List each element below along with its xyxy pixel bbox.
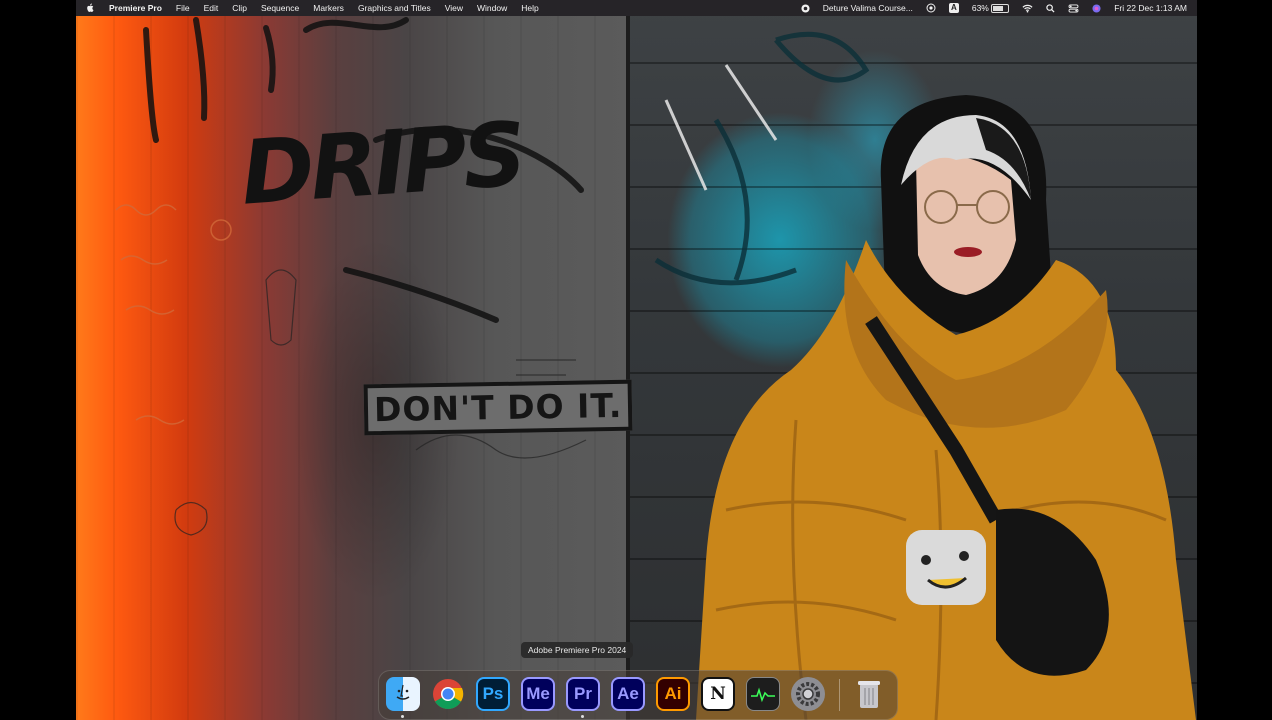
menu-clock[interactable]: Fri 22 Dec 1:13 AM — [1114, 3, 1187, 13]
graffiti-drips: DRIPS — [237, 102, 526, 225]
screen-record-icon[interactable] — [926, 3, 936, 13]
dock-tooltip: Adobe Premiere Pro 2024 — [521, 642, 634, 658]
menu-sequence[interactable]: Sequence — [261, 3, 299, 13]
menu-view[interactable]: View — [445, 3, 463, 13]
settings-gear-icon[interactable] — [791, 677, 825, 711]
menu-help[interactable]: Help — [521, 3, 538, 13]
finder-icon[interactable] — [386, 677, 420, 711]
premiere-pro-icon[interactable]: Pr — [566, 677, 600, 711]
stencil-dont-do-it: DON'T DO IT. — [363, 379, 633, 436]
menu-graphics-and-titles[interactable]: Graphics and Titles — [358, 3, 431, 13]
spotlight-search-icon[interactable] — [1046, 3, 1055, 13]
running-indicator-finder — [401, 715, 404, 718]
status-area: Deture Valima Course... A 63% Fri 22 Dec… — [788, 2, 1187, 14]
activity-monitor-icon[interactable] — [746, 677, 780, 711]
menu-markers[interactable]: Markers — [313, 3, 344, 13]
input-source-indicator[interactable]: A — [948, 3, 959, 13]
person-in-yellow-jacket — [696, 95, 1196, 720]
after-effects-icon[interactable]: Ae — [611, 677, 645, 711]
dock: Ps Me Pr Ae Ai N — [378, 670, 898, 720]
control-center-icon[interactable] — [1068, 3, 1079, 13]
dock-separator — [839, 679, 840, 711]
apple-logo-icon[interactable] — [86, 3, 95, 13]
menu-clip[interactable]: Clip — [232, 3, 247, 13]
trash-icon[interactable] — [852, 677, 886, 711]
recording-icon[interactable] — [801, 3, 810, 13]
menu-file[interactable]: File — [176, 3, 190, 13]
desktop-wallpaper: DRIPS DON'T DO IT. — [76, 0, 1197, 720]
battery-status[interactable]: 63% — [971, 2, 1010, 14]
wifi-icon[interactable] — [1022, 4, 1033, 13]
menu-window[interactable]: Window — [477, 3, 507, 13]
siri-icon[interactable] — [1092, 3, 1101, 13]
media-encoder-icon[interactable]: Me — [521, 677, 555, 711]
macos-menu-bar: Premiere Pro File Edit Clip Sequence Mar… — [76, 0, 1197, 16]
now-playing-title[interactable]: Deture Valima Course... — [823, 3, 913, 13]
photoshop-icon[interactable]: Ps — [476, 677, 510, 711]
illustrator-icon[interactable]: Ai — [656, 677, 690, 711]
menu-edit[interactable]: Edit — [204, 3, 219, 13]
chrome-icon[interactable] — [431, 677, 465, 711]
running-indicator-premiere — [581, 715, 584, 718]
battery-icon — [991, 4, 1010, 14]
battery-percent: 63% — [971, 2, 989, 13]
menu-app-name[interactable]: Premiere Pro — [109, 3, 162, 13]
notion-icon[interactable]: N — [701, 677, 735, 711]
